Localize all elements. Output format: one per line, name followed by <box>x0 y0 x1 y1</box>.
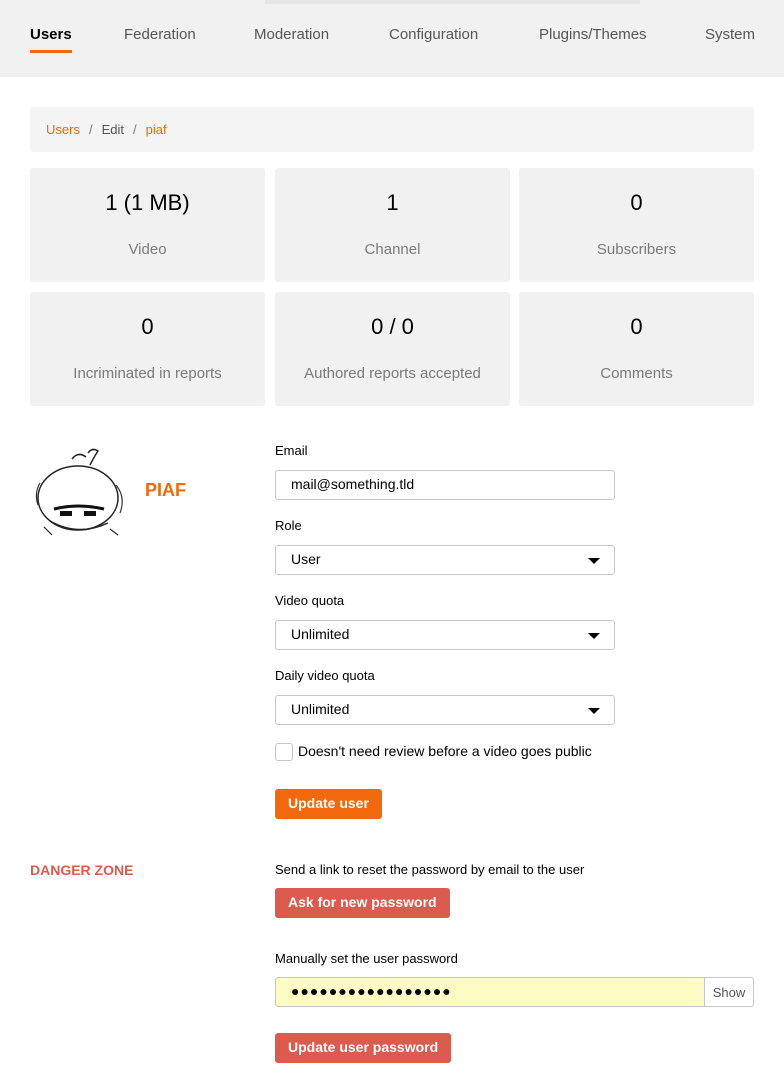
bypass-review-checkbox[interactable] <box>275 743 293 761</box>
stat-card-subscribers: 0 Subscribers <box>519 168 754 282</box>
caret-down-icon <box>588 633 600 639</box>
stat-card-incriminated-reports: 0 Incriminated in reports <box>30 292 265 406</box>
stat-label: Subscribers <box>596 241 677 258</box>
stat-value: 1 (1 MB) <box>105 190 190 215</box>
role-label: Role <box>275 518 302 533</box>
video-quota-select-value: Unlimited <box>291 626 350 642</box>
stat-card-authored-reports: 0 / 0 Authored reports accepted <box>275 292 510 406</box>
breadcrumb-user-link[interactable]: piaf <box>146 122 167 137</box>
video-quota-label: Video quota <box>275 593 345 608</box>
daily-video-quota-label: Daily video quota <box>275 668 375 683</box>
tab-configuration[interactable]: Configuration <box>389 26 478 43</box>
stat-value: 0 / 0 <box>371 314 414 339</box>
update-user-button[interactable]: Update user <box>275 789 382 819</box>
tab-system[interactable]: System <box>705 26 755 43</box>
role-select-value: User <box>291 551 321 567</box>
manual-password-description: Manually set the user password <box>275 951 458 966</box>
daily-video-quota-select[interactable]: Unlimited <box>275 695 615 725</box>
breadcrumb-separator: / <box>88 122 93 137</box>
user-display-name: PIAF <box>145 480 187 500</box>
video-quota-select[interactable]: Unlimited <box>275 620 615 650</box>
bypass-review-label[interactable]: Doesn't need review before a video goes … <box>298 743 592 759</box>
stat-card-videos: 1 (1 MB) Video <box>30 168 265 282</box>
user-avatar <box>30 443 130 539</box>
stat-card-comments: 0 Comments <box>519 292 754 406</box>
breadcrumb: Users / Edit / piaf <box>30 107 754 152</box>
stat-value: 1 <box>386 190 399 215</box>
stat-value: 0 <box>630 190 643 215</box>
breadcrumb-users-link[interactable]: Users <box>46 122 80 137</box>
breadcrumb-edit: Edit <box>101 122 124 137</box>
stat-card-channels: 1 Channel <box>275 168 510 282</box>
stat-label: Video <box>128 241 167 258</box>
admin-tab-bar: Users Federation Moderation Configuratio… <box>0 0 784 77</box>
caret-down-icon <box>588 708 600 714</box>
stat-value: 0 <box>630 314 643 339</box>
tab-bar-divider <box>265 0 640 4</box>
stat-label: Incriminated in reports <box>73 365 222 382</box>
tab-plugins-themes[interactable]: Plugins/Themes <box>539 26 647 43</box>
avatar-drawing <box>35 448 123 536</box>
stat-label: Channel <box>364 241 421 258</box>
update-user-password-button[interactable]: Update user password <box>275 1033 452 1063</box>
tab-moderation[interactable]: Moderation <box>254 26 329 43</box>
password-field-group: ●●●●●●●●●●●●●●●●● Show <box>275 977 754 1007</box>
danger-zone-title: DANGER ZONE <box>30 862 134 878</box>
tab-users[interactable]: Users <box>30 26 72 53</box>
stat-label: Authored reports accepted <box>304 365 481 382</box>
caret-down-icon <box>588 558 600 564</box>
stat-label: Comments <box>600 365 673 382</box>
role-select[interactable]: User <box>275 545 615 575</box>
tab-federation[interactable]: Federation <box>124 26 196 43</box>
show-password-button[interactable]: Show <box>704 977 754 1007</box>
breadcrumb-separator: / <box>132 122 137 137</box>
ask-new-password-button[interactable]: Ask for new password <box>275 888 450 918</box>
stat-value: 0 <box>141 314 154 339</box>
password-input[interactable]: ●●●●●●●●●●●●●●●●● <box>275 977 704 1007</box>
email-field[interactable]: mail@something.tld <box>275 470 615 500</box>
daily-video-quota-select-value: Unlimited <box>291 701 350 717</box>
email-label: Email <box>275 443 308 458</box>
reset-password-description: Send a link to reset the password by ema… <box>275 862 585 877</box>
